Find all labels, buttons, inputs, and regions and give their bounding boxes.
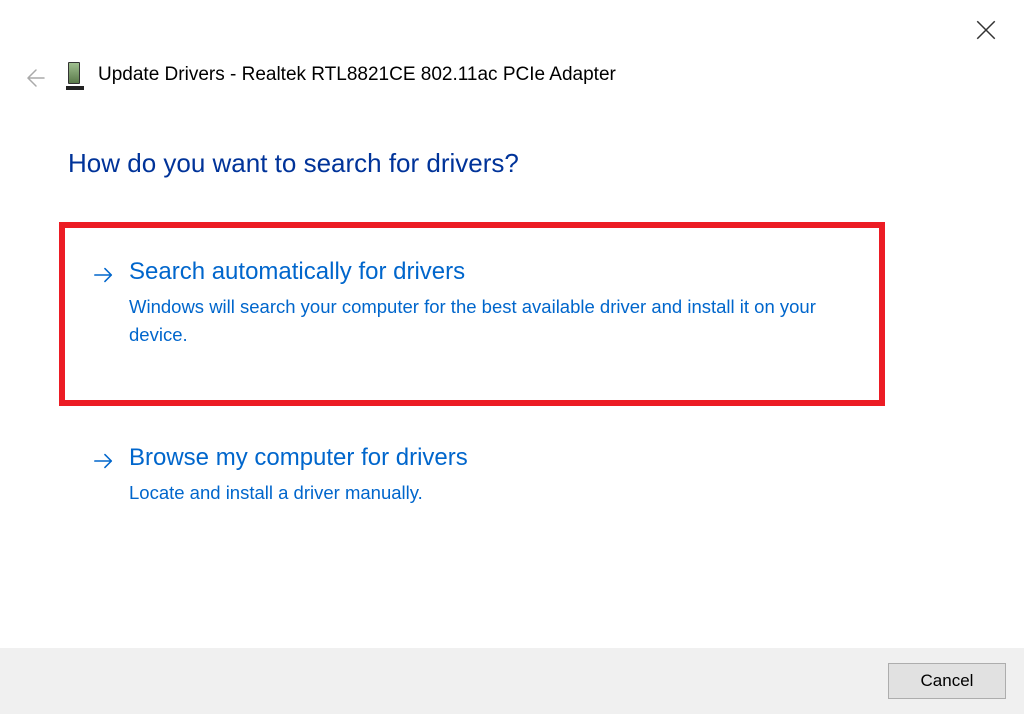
arrow-right-icon [93,450,119,507]
page-heading: How do you want to search for drivers? [68,148,519,179]
cancel-button[interactable]: Cancel [888,663,1006,699]
option-title: Search automatically for drivers [129,258,849,287]
option-title: Browse my computer for drivers [129,444,468,473]
browse-my-computer-option[interactable]: Browse my computer for drivers Locate an… [75,444,885,507]
dialog-footer: Cancel [0,648,1024,714]
dialog-title-row: Update Drivers - Realtek RTL8821CE 802.1… [68,62,616,88]
arrow-right-icon [93,264,119,350]
back-arrow-icon[interactable] [22,66,46,90]
option-description: Windows will search your computer for th… [129,293,849,350]
option-description: Locate and install a driver manually. [129,479,468,508]
close-icon[interactable] [976,20,996,40]
search-automatically-option[interactable]: Search automatically for drivers Windows… [75,258,885,350]
dialog-title: Update Drivers - Realtek RTL8821CE 802.1… [98,64,616,86]
device-tower-icon [68,62,82,88]
